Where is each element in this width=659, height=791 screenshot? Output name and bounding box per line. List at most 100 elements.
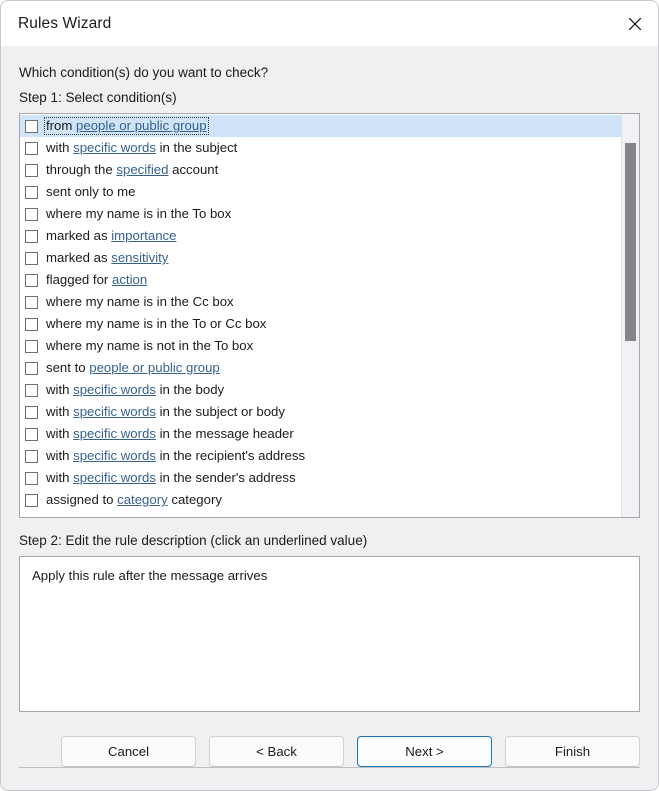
condition-label: with specific words in the body <box>44 381 226 399</box>
condition-text: with <box>46 426 74 441</box>
step1-label: Step 1: Select condition(s) <box>19 90 177 105</box>
condition-text: account <box>168 162 219 177</box>
condition-row[interactable]: with specific words in the recipient's a… <box>20 445 621 467</box>
condition-value-link[interactable]: people or public group <box>89 360 220 375</box>
condition-value-link[interactable]: specific words <box>73 470 156 485</box>
condition-text: category <box>167 492 222 507</box>
condition-row[interactable]: marked as importance <box>20 225 621 247</box>
condition-value-link[interactable]: people or public group <box>76 118 207 133</box>
condition-checkbox[interactable] <box>25 273 38 287</box>
close-icon[interactable] <box>612 1 658 46</box>
title-bar: Rules Wizard <box>1 1 658 46</box>
condition-row[interactable]: through the specified account <box>20 159 621 181</box>
condition-value-link[interactable]: specified <box>116 162 168 177</box>
condition-label: flagged for action <box>44 271 149 289</box>
condition-checkbox[interactable] <box>25 163 38 177</box>
condition-text: assigned to <box>46 492 118 507</box>
condition-value-link[interactable]: specific words <box>73 382 156 397</box>
condition-text: marked as <box>46 250 112 265</box>
condition-text: with <box>46 140 74 155</box>
dialog-body: Which condition(s) do you want to check?… <box>1 46 658 768</box>
condition-text: sent to <box>46 360 90 375</box>
condition-label: with specific words in the subject or bo… <box>44 403 287 421</box>
condition-checkbox[interactable] <box>25 185 38 199</box>
condition-row[interactable]: flagged for action <box>20 269 621 291</box>
condition-text: with <box>46 448 74 463</box>
condition-label: sent only to me <box>44 183 137 201</box>
condition-text: marked as <box>46 228 112 243</box>
condition-label: marked as importance <box>44 227 178 245</box>
condition-text: in the subject or body <box>155 404 285 419</box>
step2-label: Step 2: Edit the rule description (click… <box>19 533 368 548</box>
condition-checkbox[interactable] <box>25 295 38 309</box>
scrollbar-thumb[interactable] <box>625 143 636 341</box>
condition-value-link[interactable]: category <box>117 492 168 507</box>
back-button[interactable]: < Back <box>209 735 344 767</box>
condition-checkbox[interactable] <box>25 339 38 353</box>
conditions-list: from people or public group with specific… <box>20 114 621 517</box>
condition-value-link[interactable]: action <box>112 272 147 287</box>
condition-text: where my name is in the To box <box>46 206 232 221</box>
condition-row[interactable]: where my name is in the To box <box>20 203 621 225</box>
condition-checkbox[interactable] <box>25 427 38 441</box>
prompt-text: Which condition(s) do you want to check? <box>19 65 269 80</box>
condition-row[interactable]: with specific words in the subject or bo… <box>20 401 621 423</box>
condition-row[interactable]: from people or public group <box>20 115 621 137</box>
condition-value-link[interactable]: specific words <box>73 140 156 155</box>
condition-text: through the <box>46 162 117 177</box>
footer-button-bar: Cancel < Back Next > Finish <box>1 720 658 790</box>
condition-label: where my name is not in the To box <box>44 337 255 355</box>
condition-checkbox[interactable] <box>25 317 38 331</box>
condition-label: where my name is in the To box <box>44 205 233 223</box>
condition-row[interactable]: where my name is in the To or Cc box <box>20 313 621 335</box>
condition-row[interactable]: where my name is not in the To box <box>20 335 621 357</box>
condition-text: where my name is in the Cc box <box>46 294 234 309</box>
condition-value-link[interactable]: specific words <box>73 404 156 419</box>
condition-row[interactable]: with specific words in the body <box>20 379 621 401</box>
condition-label: through the specified account <box>44 161 220 179</box>
condition-row[interactable]: assigned to category category <box>20 489 621 511</box>
condition-checkbox[interactable] <box>25 405 38 419</box>
rule-description-box[interactable]: Apply this rule after the message arrive… <box>19 556 640 712</box>
condition-text: in the subject <box>155 140 238 155</box>
condition-text: with <box>46 382 74 397</box>
condition-checkbox[interactable] <box>25 493 38 507</box>
condition-value-link[interactable]: specific words <box>73 448 156 463</box>
footer-separator <box>19 767 640 768</box>
next-button[interactable]: Next > <box>357 735 492 767</box>
condition-label: sent to people or public group <box>44 359 222 377</box>
condition-label: where my name is in the Cc box <box>44 293 236 311</box>
condition-text: sent only to me <box>46 184 136 199</box>
list-scrollbar[interactable] <box>621 114 639 517</box>
condition-checkbox[interactable] <box>25 449 38 463</box>
condition-text: flagged for <box>46 272 112 287</box>
condition-text: in the recipient's address <box>155 448 306 463</box>
condition-checkbox[interactable] <box>25 471 38 485</box>
condition-value-link[interactable]: sensitivity <box>111 250 168 265</box>
condition-value-link[interactable]: specific words <box>73 426 156 441</box>
condition-checkbox[interactable] <box>25 251 38 265</box>
cancel-button[interactable]: Cancel <box>61 735 196 767</box>
condition-value-link[interactable]: importance <box>111 228 176 243</box>
window-title: Rules Wizard <box>18 14 112 32</box>
condition-checkbox[interactable] <box>25 141 38 155</box>
condition-label: with specific words in the subject <box>44 139 239 157</box>
condition-text: in the message header <box>155 426 294 441</box>
conditions-listbox[interactable]: from people or public group with specific… <box>19 113 640 518</box>
finish-button[interactable]: Finish <box>505 735 640 767</box>
condition-row[interactable]: with specific words in the subject <box>20 137 621 159</box>
condition-checkbox[interactable] <box>25 207 38 221</box>
condition-checkbox[interactable] <box>25 229 38 243</box>
condition-label: with specific words in the message heade… <box>44 425 296 443</box>
condition-row[interactable]: with specific words in the sender's addr… <box>20 467 621 489</box>
condition-row[interactable]: sent to people or public group <box>20 357 621 379</box>
rule-description-text: Apply this rule after the message arrive… <box>32 568 268 583</box>
condition-row[interactable]: with specific words in the message heade… <box>20 423 621 445</box>
condition-row[interactable]: marked as sensitivity <box>20 247 621 269</box>
rules-wizard-dialog: Rules Wizard Which condition(s) do you w… <box>0 0 659 791</box>
condition-checkbox[interactable] <box>25 119 38 133</box>
condition-checkbox[interactable] <box>25 383 38 397</box>
condition-checkbox[interactable] <box>25 361 38 375</box>
condition-row[interactable]: sent only to me <box>20 181 621 203</box>
condition-row[interactable]: where my name is in the Cc box <box>20 291 621 313</box>
